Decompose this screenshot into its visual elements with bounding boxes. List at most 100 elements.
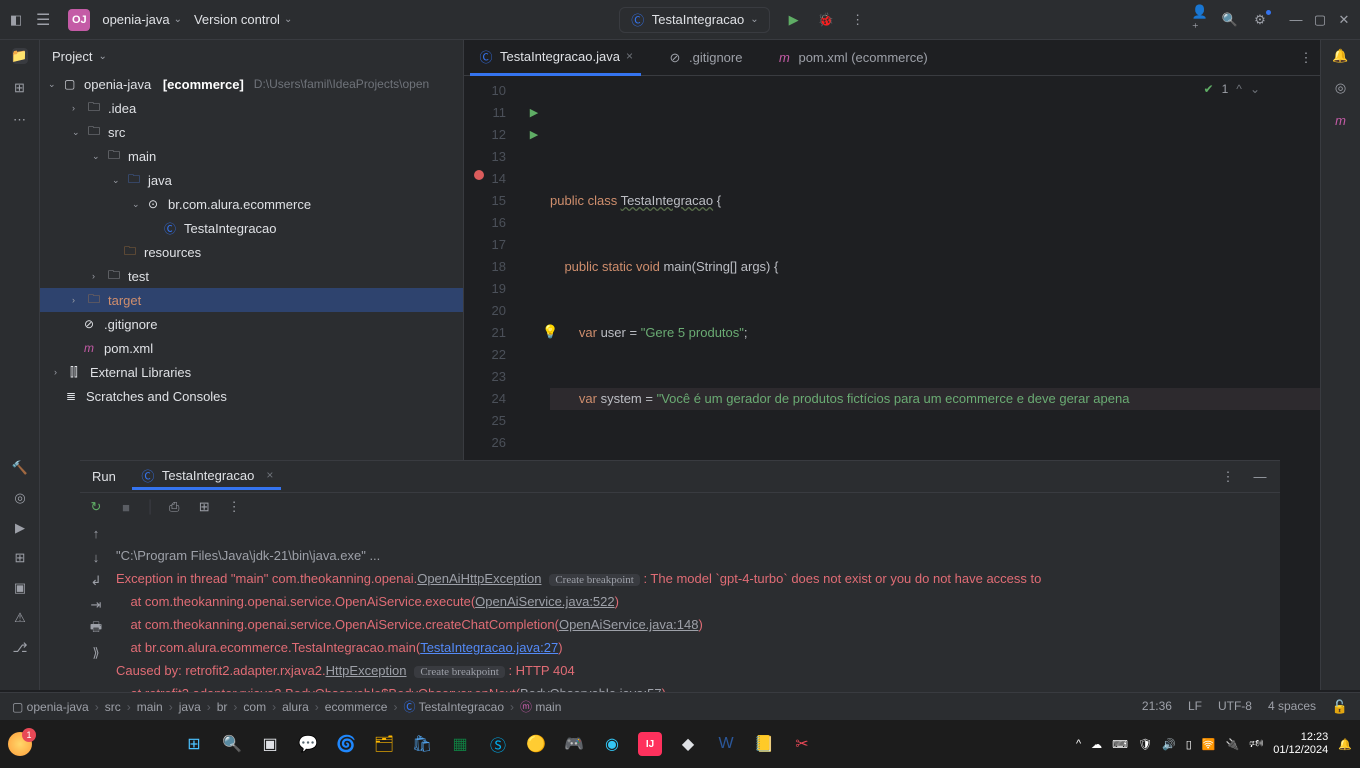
rerun-button[interactable]: ↻ bbox=[88, 499, 104, 515]
excel-icon[interactable]: ▦ bbox=[448, 732, 472, 756]
tray-chevron-icon[interactable]: ^ bbox=[1076, 738, 1081, 750]
readonly-toggle-icon[interactable]: 🔓 bbox=[1332, 699, 1348, 715]
breadcrumb-item[interactable]: br bbox=[217, 700, 228, 714]
tab-main-file[interactable]: ⒸTestaIntegracao.java× bbox=[470, 40, 641, 76]
more-actions-button[interactable]: ⋮ bbox=[850, 12, 866, 28]
file-encoding[interactable]: UTF-8 bbox=[1218, 699, 1252, 715]
more-tool-button[interactable]: ⋯ bbox=[12, 112, 28, 128]
run-button[interactable]: ▶ bbox=[786, 12, 802, 28]
terminal-tool-button[interactable]: ▣ bbox=[12, 580, 28, 596]
commit-tool-button[interactable]: ◎ bbox=[12, 490, 28, 506]
line-separator[interactable]: LF bbox=[1188, 699, 1202, 715]
teams-tray-icon[interactable]: ▯ bbox=[1186, 738, 1192, 751]
tree-item-class[interactable]: ⒸTestaIntegracao bbox=[40, 216, 463, 240]
search-button[interactable]: 🔍 bbox=[220, 732, 244, 756]
soft-wrap-icon[interactable]: ↲ bbox=[88, 573, 104, 589]
skype-icon[interactable]: Ⓢ bbox=[486, 732, 510, 756]
stop-button[interactable]: ■ bbox=[118, 499, 134, 515]
maven-tool-button[interactable]: m bbox=[1333, 112, 1349, 128]
tab-gitignore[interactable]: ⊘.gitignore bbox=[659, 40, 750, 76]
network-icon[interactable]: 🛜 bbox=[1202, 738, 1216, 751]
scroll-down-icon[interactable]: ↓ bbox=[88, 549, 104, 565]
explorer-icon[interactable]: 🗂 bbox=[372, 732, 396, 756]
breadcrumb-item[interactable]: Ⓒ TestaIntegracao bbox=[403, 698, 504, 715]
tree-item-main[interactable]: ⌄🗀main bbox=[40, 144, 463, 168]
copilot-app-icon[interactable]: 🌀 bbox=[334, 732, 358, 756]
ai-button[interactable]: ◎ bbox=[1333, 80, 1349, 96]
notes-icon[interactable]: 📒 bbox=[752, 732, 776, 756]
scroll-up-icon[interactable]: ↑ bbox=[88, 525, 104, 541]
intellij-icon[interactable]: IJ bbox=[638, 732, 662, 756]
minimize-button[interactable]: — bbox=[1288, 12, 1304, 28]
edge-icon[interactable]: ◉ bbox=[600, 732, 624, 756]
tree-item-target[interactable]: ›🗀target bbox=[40, 288, 463, 312]
layout-button[interactable]: ⊞ bbox=[196, 499, 212, 515]
settings-button[interactable]: ⚙ bbox=[1252, 12, 1268, 28]
clear-all-icon[interactable]: ⟫ bbox=[88, 645, 104, 661]
tree-item-idea[interactable]: ›🗀.idea bbox=[40, 96, 463, 120]
services-tool-button[interactable]: ⊞ bbox=[12, 550, 28, 566]
maximize-button[interactable]: ▢ bbox=[1312, 12, 1328, 28]
chat-icon[interactable]: 💬 bbox=[296, 732, 320, 756]
caret-position[interactable]: 21:36 bbox=[1142, 699, 1172, 715]
scroll-to-end-icon[interactable]: ⇥ bbox=[88, 597, 104, 613]
tree-item-pom[interactable]: mpom.xml bbox=[40, 336, 463, 360]
word-icon[interactable]: W bbox=[714, 732, 738, 756]
close-run-tab-icon[interactable]: × bbox=[266, 468, 273, 482]
search-everywhere-button[interactable]: 🔍 bbox=[1222, 12, 1238, 28]
project-selector[interactable]: openia-java⌄ bbox=[102, 12, 182, 27]
breadcrumb-item[interactable]: alura bbox=[282, 700, 309, 714]
structure-tool-button[interactable]: ⊞ bbox=[12, 80, 28, 96]
tree-item-resources[interactable]: 🗀resources bbox=[40, 240, 463, 264]
tree-item-package[interactable]: ⌄⊙br.com.alura.ecommerce bbox=[40, 192, 463, 216]
build-tool-button[interactable]: 🔨 bbox=[12, 460, 28, 476]
breadcrumb-item[interactable]: com bbox=[243, 700, 266, 714]
hide-run-button[interactable]: — bbox=[1252, 469, 1268, 485]
jetbrains-icon[interactable]: ◧ bbox=[8, 12, 24, 28]
tab-options-button[interactable]: ⋮ bbox=[1298, 50, 1314, 66]
vcs-tool-button[interactable]: ⎇ bbox=[12, 640, 28, 656]
breadcrumb-item[interactable]: java bbox=[179, 700, 201, 714]
chrome-icon[interactable]: 🟡 bbox=[524, 732, 548, 756]
app-icon[interactable]: 🎮 bbox=[562, 732, 586, 756]
volume-icon[interactable]: 🔊 bbox=[1162, 738, 1176, 751]
tree-root[interactable]: ⌄▢ openia-java [ecommerce] D:\Users\fami… bbox=[40, 72, 463, 96]
debug-button[interactable]: 🐞 bbox=[818, 12, 834, 28]
start-button[interactable]: ⊞ bbox=[182, 732, 206, 756]
breadcrumb-item[interactable]: ▢ openia-java bbox=[12, 700, 89, 714]
battery-icon[interactable]: 🔌 bbox=[1225, 738, 1239, 751]
breakpoint-icon[interactable] bbox=[474, 170, 484, 180]
run-more-button[interactable]: ⋮ bbox=[226, 499, 242, 515]
main-menu-button[interactable]: ☰ bbox=[36, 10, 50, 30]
collab-icon[interactable]: 👤⁺ bbox=[1192, 12, 1208, 28]
tree-item-external-libs[interactable]: ›⫿⫿External Libraries bbox=[40, 360, 463, 384]
onedrive-icon[interactable]: ☁ bbox=[1091, 738, 1102, 751]
run-tool-button[interactable]: ▶ bbox=[12, 520, 28, 536]
vcs-widget[interactable]: Version control⌄ bbox=[194, 12, 292, 27]
tree-item-java[interactable]: ⌄🗀java bbox=[40, 168, 463, 192]
indent-widget[interactable]: 4 spaces bbox=[1268, 699, 1316, 715]
tree-item-scratches[interactable]: ≣Scratches and Consoles bbox=[40, 384, 463, 408]
run-tab[interactable]: ⒸTestaIntegracao× bbox=[132, 463, 282, 490]
tree-item-test[interactable]: ›🗀test bbox=[40, 264, 463, 288]
store-icon[interactable]: 🛍 bbox=[410, 732, 434, 756]
tab-pom[interactable]: mpom.xml (ecommerce) bbox=[768, 40, 935, 76]
security-icon[interactable]: 🛡 bbox=[1138, 738, 1152, 751]
close-window-button[interactable]: ✕ bbox=[1336, 12, 1352, 28]
close-tab-icon[interactable]: × bbox=[626, 49, 633, 63]
notifications-tray-icon[interactable]: 🔔 bbox=[1338, 738, 1352, 751]
breadcrumb-item[interactable]: src bbox=[105, 700, 121, 714]
app-icon-2[interactable]: ◆ bbox=[676, 732, 700, 756]
run-gutter-icon[interactable]: ▶ bbox=[524, 124, 544, 146]
breadcrumb-item[interactable]: main bbox=[137, 700, 163, 714]
language-icon[interactable]: ⌨ bbox=[1112, 738, 1128, 751]
clock[interactable]: 12:23 01/12/2024 bbox=[1273, 731, 1328, 757]
inspection-widget[interactable]: ✔1^⌄ bbox=[1204, 82, 1260, 96]
intention-bulb-icon[interactable]: 💡 bbox=[542, 324, 558, 340]
run-gutter-icon[interactable]: ▶ bbox=[524, 102, 544, 124]
console-output[interactable]: "C:\Program Files\Java\jdk-21\bin\java.e… bbox=[112, 521, 1280, 692]
run-config-selector[interactable]: Ⓒ TestaIntegracao ⌄ bbox=[619, 7, 770, 33]
project-view-label[interactable]: Project bbox=[52, 49, 92, 64]
task-view-button[interactable]: ▣ bbox=[258, 732, 282, 756]
sound-icon[interactable]: 🕬 bbox=[1249, 735, 1263, 754]
